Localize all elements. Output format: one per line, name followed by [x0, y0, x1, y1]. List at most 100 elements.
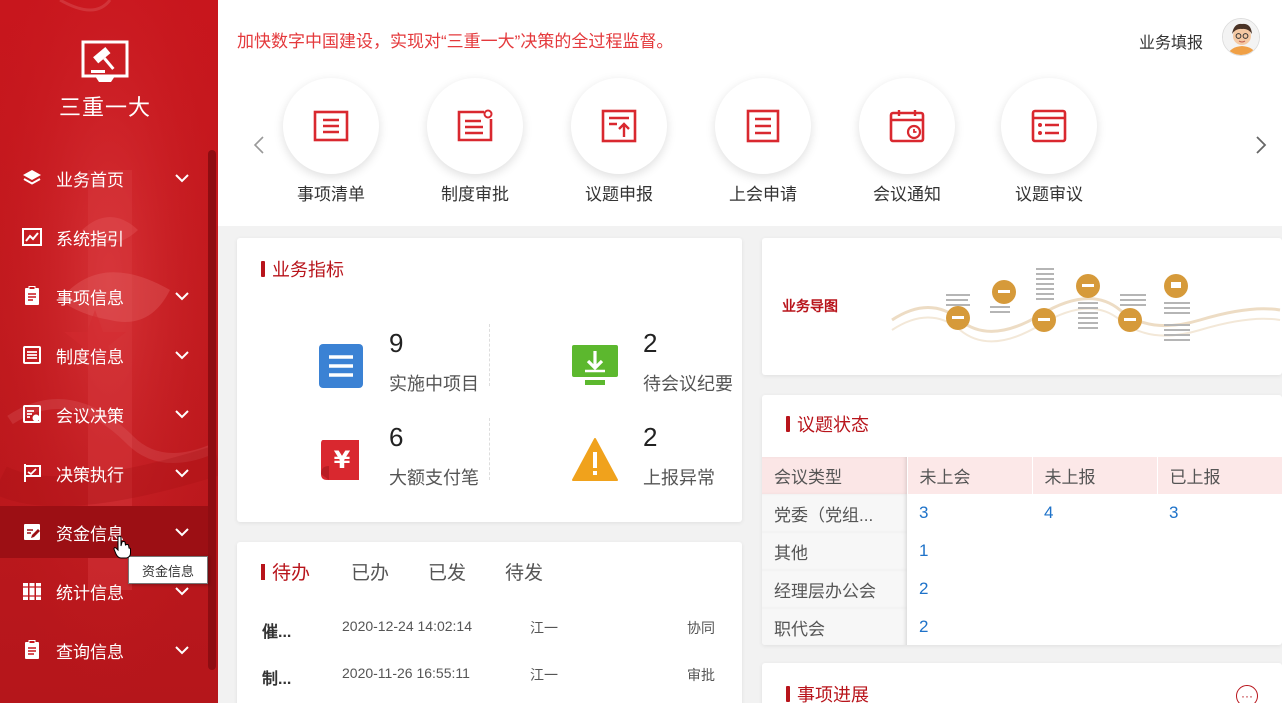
sidebar-item-query[interactable]: 查询信息: [0, 624, 210, 676]
svg-text:¥: ¥: [334, 446, 351, 474]
sidebar-item-label: 业务首页: [56, 170, 124, 190]
meeting-type: 职代会: [762, 608, 907, 645]
metric-label: 大额支付笔: [389, 468, 479, 488]
metrics-title-text: 业务指标: [272, 260, 344, 280]
sidebar-item-label: 会议决策: [56, 406, 124, 426]
metric-reported-exceptions[interactable]: 2 上报异常: [571, 422, 742, 508]
table-row[interactable]: 催... 2020-12-24 14:02:14 江一 协同: [237, 618, 742, 658]
quick-item-label: 事项清单: [297, 185, 365, 204]
sidebar-item-regulations[interactable]: 制度信息: [0, 329, 210, 381]
sidebar-item-home[interactable]: 业务首页: [0, 152, 210, 204]
meeting-type: 党委（党组...: [762, 494, 907, 532]
metric-label: 待会议纪要: [643, 374, 733, 394]
metric-in-progress[interactable]: 9 实施中项目: [317, 328, 557, 414]
user-role-label[interactable]: 业务填报: [1139, 29, 1203, 53]
quick-item-topic-review[interactable]: 议题审议: [989, 76, 1109, 216]
cell-value-link[interactable]: 1: [907, 532, 1032, 570]
status-table: 会议类型 未上会 未上报 已上报 党委（党组... 3 4 3 其他 1 经理层…: [762, 457, 1282, 645]
quick-item-meeting-request[interactable]: 上会申请: [703, 76, 823, 216]
row-time: 2020-12-24 14:02:14: [342, 618, 472, 634]
cell-value-link[interactable]: 2: [907, 608, 1032, 645]
cell-value-link[interactable]: [1157, 532, 1282, 570]
table-row: 其他 1: [762, 532, 1282, 570]
cell-value-link[interactable]: 2: [907, 570, 1032, 608]
cell-value-link[interactable]: [1032, 532, 1157, 570]
app-logo[interactable]: 三重一大: [0, 40, 210, 122]
metric-value: 2: [643, 422, 658, 452]
metrics-card: 业务指标 9 实施中项目 2 待会议纪要 ¥ 6 大额支付笔 2 上报异常: [237, 238, 742, 522]
topic-status-card: 议题状态 会议类型 未上会 未上报 已上报 党委（党组... 3 4 3 其他 …: [762, 395, 1282, 645]
approve-doc-icon: [427, 78, 523, 174]
quick-item-meeting-notice[interactable]: 会议通知: [847, 76, 967, 216]
row-user: 江一: [530, 620, 558, 636]
metric-value: 2: [643, 328, 658, 358]
sidebar-item-meeting[interactable]: 会议决策: [0, 388, 210, 440]
tab-sent[interactable]: 已发: [428, 558, 466, 585]
cell-value-link[interactable]: [1032, 608, 1157, 645]
tab-todo[interactable]: 待办: [261, 558, 310, 585]
metric-value: 9: [389, 328, 404, 358]
row-title: 制...: [262, 671, 292, 688]
cell-value-link[interactable]: 3: [907, 494, 1032, 532]
status-title: 议题状态: [786, 411, 869, 437]
list-icon: [20, 343, 44, 367]
list-doc-icon: [283, 78, 379, 174]
slogan-text: 加快数字中国建设，实现对“三重一大”决策的全过程监督。: [237, 32, 674, 51]
row-type: 审批: [687, 667, 715, 683]
table-row[interactable]: 制... 2020-11-26 16:55:11 江一 审批: [237, 665, 742, 703]
row-time: 2020-11-26 16:55:11: [342, 665, 470, 681]
quick-menu: 事项清单 制度审批 议题申报 上会申请 会议通知 议题审议: [218, 76, 1282, 226]
progress-title-text: 事项进展: [797, 685, 869, 703]
quick-item-regulation-approval[interactable]: 制度审批: [415, 76, 535, 216]
hand-cursor-icon: [113, 535, 131, 559]
tab-label: 待办: [272, 563, 311, 584]
business-flow-diagram: [891, 268, 1281, 343]
cell-value-link[interactable]: [1032, 570, 1157, 608]
upload-doc-icon: [571, 78, 667, 174]
guide-title: 业务导图: [782, 298, 838, 314]
col-header: 已上报: [1156, 457, 1282, 494]
business-guide-card[interactable]: 业务导图: [762, 238, 1282, 375]
more-icon[interactable]: ···: [1236, 685, 1258, 703]
chevron-down-icon: [175, 292, 189, 301]
chevron-right-icon[interactable]: [1254, 134, 1268, 156]
sidebar-item-label: 制度信息: [56, 347, 124, 367]
progress-card: 事项进展 ···: [762, 663, 1282, 703]
chevron-down-icon: [175, 410, 189, 419]
metric-large-payments[interactable]: ¥ 6 大额支付笔: [317, 422, 557, 508]
cell-value-link[interactable]: 4: [1032, 494, 1157, 532]
avatar[interactable]: [1222, 18, 1260, 56]
quick-item-topic-report[interactable]: 议题申报: [559, 76, 679, 216]
books-icon: [20, 579, 44, 603]
tab-done[interactable]: 已办: [351, 558, 389, 585]
chevron-left-icon[interactable]: [252, 134, 266, 156]
sidebar-item-label: 统计信息: [56, 583, 124, 603]
metric-value: 6: [389, 422, 404, 452]
chevron-down-icon: [175, 174, 189, 183]
tab-to-send[interactable]: 待发: [505, 558, 543, 585]
quick-item-matter-list[interactable]: 事项清单: [271, 76, 391, 216]
sidebar-item-guide[interactable]: 系统指引: [0, 211, 210, 263]
quick-item-label: 会议通知: [873, 185, 941, 204]
chevron-down-icon: [175, 646, 189, 655]
request-doc-icon: [715, 78, 811, 174]
meeting-type: 经理层办公会: [762, 570, 907, 608]
chevron-down-icon: [175, 528, 189, 537]
metric-label: 实施中项目: [389, 374, 479, 394]
sidebar-tooltip: 资金信息: [128, 556, 208, 584]
monitor-download-icon: [572, 345, 618, 385]
metric-minutes-pending[interactable]: 2 待会议纪要: [571, 328, 742, 414]
sidebar-scrollbar[interactable]: [208, 150, 216, 670]
app-logo-text: 三重一大: [58, 95, 151, 120]
cell-value-link[interactable]: [1157, 570, 1282, 608]
sidebar-item-matters[interactable]: 事项信息: [0, 270, 210, 322]
cell-value-link[interactable]: [1157, 608, 1282, 645]
review-list-icon: [1001, 78, 1097, 174]
cell-value-link[interactable]: 3: [1157, 494, 1282, 532]
row-type: 协同: [687, 620, 715, 636]
metrics-title: 业务指标: [261, 256, 344, 282]
quick-item-label: 议题审议: [1015, 185, 1083, 204]
list-box-icon: [319, 344, 363, 388]
sidebar-item-funds[interactable]: 资金信息: [0, 506, 210, 558]
sidebar-item-execution[interactable]: 决策执行: [0, 447, 210, 499]
